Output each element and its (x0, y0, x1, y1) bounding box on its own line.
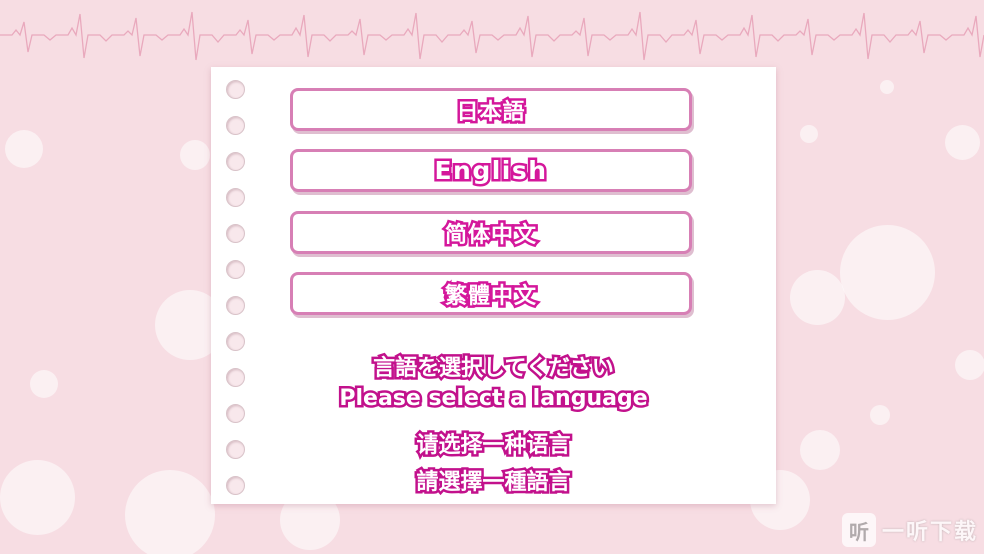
binder-hole (226, 224, 245, 243)
binder-hole (226, 188, 245, 207)
language-button-japanese[interactable]: 日本語 (290, 88, 692, 131)
bokeh-bubble (800, 430, 840, 470)
bokeh-bubble (125, 470, 215, 554)
language-button-traditional-chinese[interactable]: 繁體中文 (290, 272, 692, 315)
binder-hole (226, 296, 245, 315)
binder-hole (226, 80, 245, 99)
bokeh-bubble (5, 130, 43, 168)
language-button-label: 日本語 (454, 97, 527, 127)
bokeh-bubble (790, 270, 845, 325)
language-button-label: English (432, 154, 549, 188)
notebook-paper: 日本語 English 简体中文 繁體中文 言語を選択してください Please… (211, 67, 776, 504)
language-button-label: 繁體中文 (442, 281, 538, 311)
bokeh-bubble (180, 140, 210, 170)
bokeh-bubble (880, 80, 894, 94)
watermark-text: 一听下载 (881, 520, 978, 545)
prompt-english: Please select a language (337, 384, 650, 414)
bokeh-bubble (945, 125, 980, 160)
binder-hole (226, 116, 245, 135)
prompt-japanese: 言語を選択してください (371, 354, 617, 384)
watermark-logo-icon: 听 (841, 513, 876, 547)
prompt-traditional-chinese: 請選擇一種語言 (414, 468, 573, 498)
language-button-english[interactable]: English (290, 149, 692, 192)
bokeh-bubble (955, 350, 984, 380)
language-button-label: 简体中文 (442, 220, 538, 250)
binder-hole (226, 152, 245, 171)
binder-hole (226, 260, 245, 279)
bokeh-bubble (840, 225, 935, 320)
binder-hole (226, 332, 245, 351)
bokeh-bubble (870, 405, 890, 425)
heartbeat-line (0, 11, 984, 61)
bokeh-bubble (0, 460, 75, 535)
prompt-simplified-chinese: 请选择一种语言 (414, 431, 573, 461)
bokeh-bubble (30, 370, 58, 398)
bokeh-bubble (800, 125, 818, 143)
site-watermark: 听 一听下载 (841, 512, 978, 548)
language-button-simplified-chinese[interactable]: 简体中文 (290, 211, 692, 254)
